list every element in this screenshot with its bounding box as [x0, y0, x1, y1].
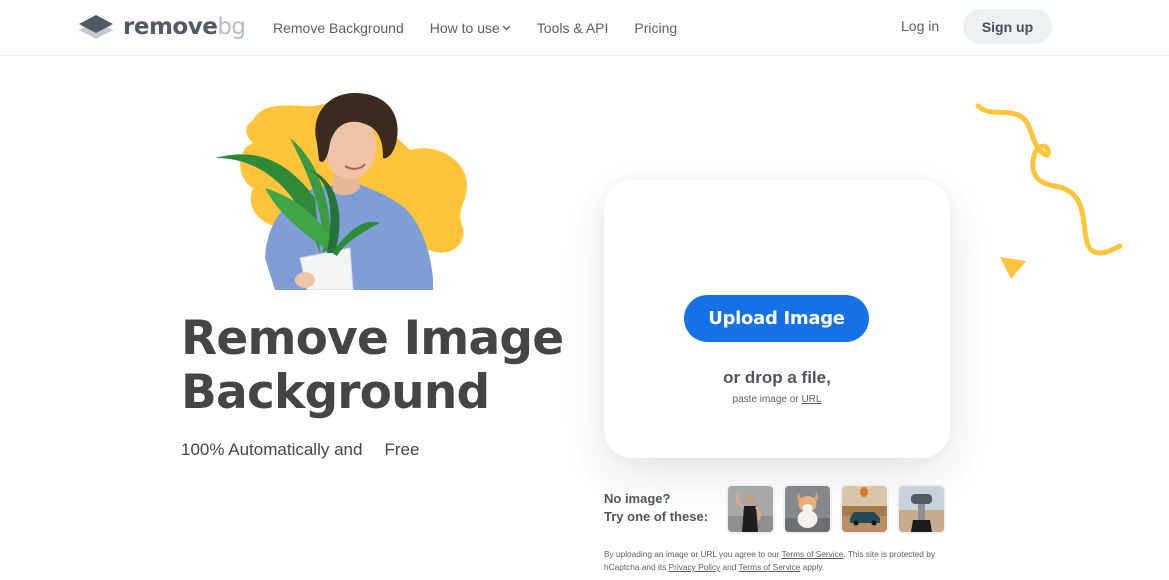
sample-images [726, 484, 954, 534]
url-link[interactable]: URL [801, 394, 821, 405]
squiggle-decoration [975, 103, 1123, 256]
nav-label: Pricing [634, 20, 678, 36]
free-text: Free [384, 440, 420, 459]
upload-dropzone[interactable]: Upload Image or drop a file, paste image… [604, 180, 950, 458]
nav-remove-background[interactable]: Remove Background [273, 20, 404, 36]
paste-prefix: paste image or [732, 394, 799, 405]
sample-image-car[interactable] [840, 484, 889, 534]
drop-file-text: or drop a file, [723, 368, 831, 387]
chevron-down-icon [502, 25, 511, 31]
legal-text: By uploading an image or URL you agree t… [604, 549, 780, 559]
logo[interactable]: removebg [78, 13, 246, 41]
title-line-1: Remove Image [181, 311, 564, 366]
site-header: removebg Remove Background How to use To… [0, 0, 1169, 56]
sample-image-woman[interactable] [726, 484, 775, 534]
title-line-2: Background [181, 365, 490, 420]
terms-of-service-link[interactable]: Terms of Service [782, 549, 844, 559]
signup-button[interactable]: Sign up [963, 9, 1052, 44]
main-nav: Remove Background How to use Tools & API… [273, 0, 703, 56]
privacy-policy-link[interactable]: Privacy Policy [669, 562, 721, 572]
legal-notice: By uploading an image or URL you agree t… [604, 548, 964, 574]
logo-remove: remove [123, 14, 218, 40]
sample-prompt-line-1: No image? [604, 491, 671, 506]
hero-image [215, 93, 467, 290]
terms-of-service-link-2[interactable]: Terms of Service [739, 562, 801, 572]
paste-text: paste image or URL [604, 394, 950, 405]
upload-image-button[interactable]: Upload Image [684, 295, 869, 342]
nav-tools-api[interactable]: Tools & API [537, 20, 609, 36]
free-highlight: Free [371, 435, 430, 463]
triangle-decoration [1000, 257, 1026, 279]
nav-how-to-use[interactable]: How to use [430, 20, 511, 36]
sample-image-corgi[interactable] [783, 484, 832, 534]
sample-prompt: No image? Try one of these: [604, 490, 708, 526]
layers-logo-icon [79, 15, 113, 39]
legal-text: apply. [802, 562, 825, 572]
subtitle-text: 100% Automatically and [181, 440, 363, 459]
nav-pricing[interactable]: Pricing [634, 20, 677, 36]
legal-text: and [722, 562, 737, 572]
subtitle: 100% Automatically and Free [181, 435, 430, 463]
nav-label: Remove Background [273, 20, 404, 36]
nav-label: How to use [429, 20, 500, 36]
sample-image-binoculars[interactable] [897, 484, 946, 534]
logo-bg: bg [217, 14, 246, 40]
logo-text: removebg [123, 13, 246, 41]
page-title: Remove Image Background [181, 311, 564, 420]
nav-label: Tools & API [536, 20, 609, 36]
login-link[interactable]: Log in [901, 18, 939, 34]
sample-prompt-line-2: Try one of these: [604, 509, 709, 524]
